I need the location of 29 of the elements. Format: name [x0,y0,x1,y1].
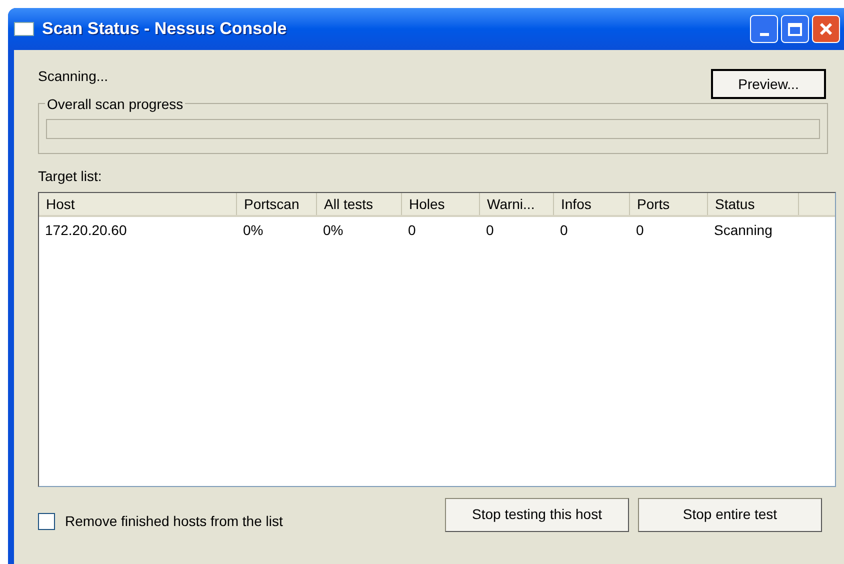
stop-button[interactable]: Stop entire test [638,498,822,532]
table-cell-text: 0 [408,220,416,240]
column-header[interactable]: All tests [317,193,402,215]
table-cell-text: Scanning [714,220,772,240]
column-header[interactable]: Status [708,193,799,215]
column-header[interactable]: Host [39,193,237,215]
preview-button[interactable]: Preview... [711,69,826,99]
column-header[interactable]: Ports [630,193,708,215]
column-header[interactable]: Portscan [237,193,317,215]
target-list-label: Target list: [38,167,103,186]
column-header[interactable]: Infos [554,193,630,215]
table-cell-text: 0 [636,220,644,240]
table-cell-text: 0% [243,220,264,240]
column-header[interactable]: Warni... [480,193,554,215]
maximize-button[interactable] [781,15,809,43]
table-cell-text: 0 [486,220,494,240]
table-cell-text: 172.20.20.60 [45,220,127,240]
column-header[interactable]: Holes [402,193,480,215]
window-icon [14,22,34,36]
checkbox-label: Remove finished hosts from the list [65,512,283,531]
status-text: Scanning... [38,67,108,86]
stop-button[interactable]: Stop testing this host [445,498,629,532]
minimize-button[interactable] [750,15,778,43]
close-icon [819,22,833,36]
table-cell-text: 0 [560,220,568,240]
window-title: Scan Status - Nessus Console [42,18,287,40]
close-button[interactable] [812,15,840,43]
checkbox[interactable] [38,513,55,530]
table-cell-text: 0% [323,220,344,240]
